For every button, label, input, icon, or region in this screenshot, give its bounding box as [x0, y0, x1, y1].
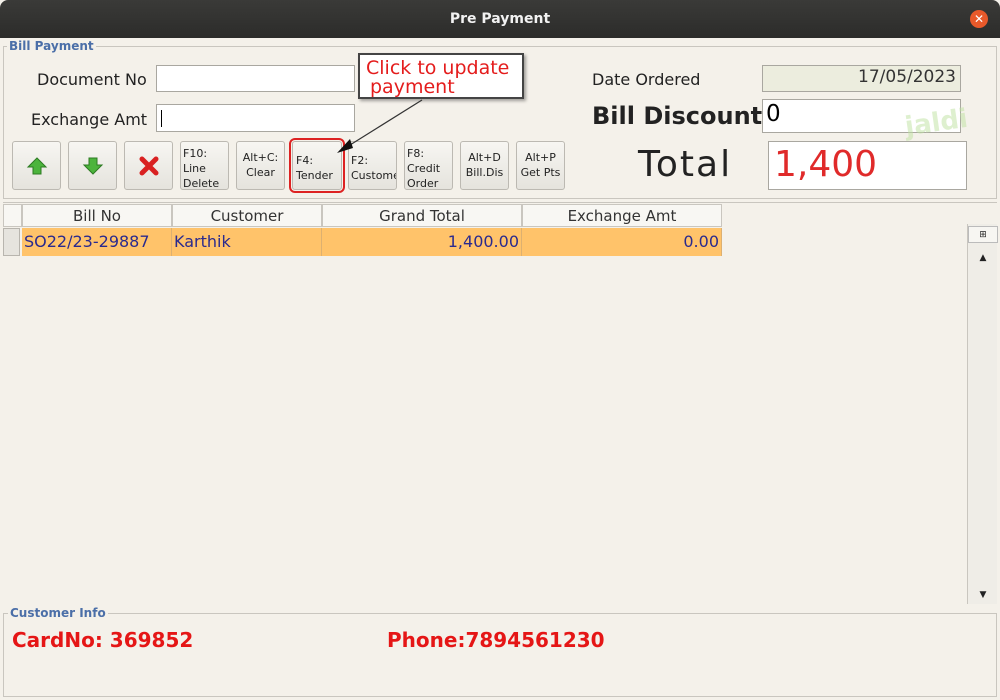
line-delete-label-2: Delete — [183, 177, 220, 190]
vertical-scrollbar[interactable]: ⊞ ▲ ▼ — [967, 224, 998, 604]
col-header-bill-no[interactable]: Bill No — [22, 204, 172, 227]
window-title: Pre Payment — [449, 11, 551, 27]
line-delete-button[interactable]: F10: Line Delete — [180, 141, 229, 190]
document-no-label: Document No — [37, 70, 147, 89]
customer-info-legend: Customer Info — [8, 606, 108, 620]
column-control-icon[interactable]: ⊞ — [968, 226, 998, 243]
table-cell-bill-no[interactable]: SO22/23-29887 — [22, 228, 172, 256]
get-pts-key: Alt+P — [525, 151, 556, 164]
credit-order-label-1: Credit — [407, 162, 441, 175]
customer-info-group — [3, 613, 997, 697]
row-selector[interactable] — [3, 228, 20, 256]
table-cell-grand-total[interactable]: 1,400.00 — [322, 228, 522, 256]
table-cell-exchange-amt[interactable]: 0.00 — [522, 228, 722, 256]
clear-key: Alt+C: — [242, 151, 279, 164]
col-header-customer[interactable]: Customer — [172, 204, 322, 227]
card-no-text: CardNo: 369852 — [12, 628, 194, 652]
delete-button[interactable] — [124, 141, 173, 190]
date-ordered-label: Date Ordered — [592, 70, 701, 89]
close-button[interactable]: ✕ — [970, 10, 988, 28]
document-no-input[interactable] — [156, 65, 355, 92]
bill-payment-legend: Bill Payment — [7, 39, 96, 53]
window-body: Bill Payment Document No Exchange Amt Da… — [0, 38, 1000, 700]
title-bar: Pre Payment ✕ — [0, 0, 1000, 38]
bill-dis-key: Alt+D — [468, 151, 501, 164]
move-up-button[interactable] — [12, 141, 61, 190]
line-delete-label-1: Line — [183, 162, 206, 175]
grid-area — [3, 202, 997, 604]
exchange-amt-label: Exchange Amt — [31, 110, 148, 129]
table-cell-customer[interactable]: Karthik — [172, 228, 322, 256]
grid-corner-header — [3, 204, 22, 227]
customer-label: Customer — [351, 169, 396, 182]
clear-label: Clear — [246, 166, 275, 179]
red-x-icon — [139, 156, 158, 175]
bill-discount-button[interactable]: Alt+D Bill.Dis — [460, 141, 509, 190]
col-header-exchange-amt[interactable]: Exchange Amt — [522, 204, 722, 227]
get-points-button[interactable]: Alt+P Get Pts — [516, 141, 565, 190]
bill-discount-label: Bill Discount — [592, 102, 763, 130]
total-value: 1,400 — [768, 141, 967, 190]
arrow-up-icon — [26, 156, 47, 174]
text-cursor — [161, 110, 162, 127]
phone-text: Phone:7894561230 — [387, 628, 605, 652]
scroll-up-icon[interactable]: ▲ — [968, 250, 998, 267]
clear-button[interactable]: Alt+C: Clear — [236, 141, 285, 190]
callout-arrow-icon — [337, 99, 423, 153]
credit-order-label-2: Order — [407, 177, 439, 190]
date-ordered-field: 17/05/2023 — [762, 65, 961, 92]
callout-line-2: payment — [370, 76, 455, 98]
tender-label: Tender — [296, 169, 333, 182]
scroll-down-icon[interactable]: ▼ — [968, 587, 998, 604]
col-header-grand-total[interactable]: Grand Total — [322, 204, 522, 227]
tender-callout: Click to update payment — [358, 53, 524, 99]
line-delete-key: F10: — [183, 147, 208, 160]
arrow-down-icon — [82, 157, 103, 175]
bill-dis-label: Bill.Dis — [465, 166, 504, 179]
total-label: Total — [638, 144, 733, 185]
move-down-button[interactable] — [68, 141, 117, 190]
get-pts-label: Get Pts — [520, 166, 561, 179]
